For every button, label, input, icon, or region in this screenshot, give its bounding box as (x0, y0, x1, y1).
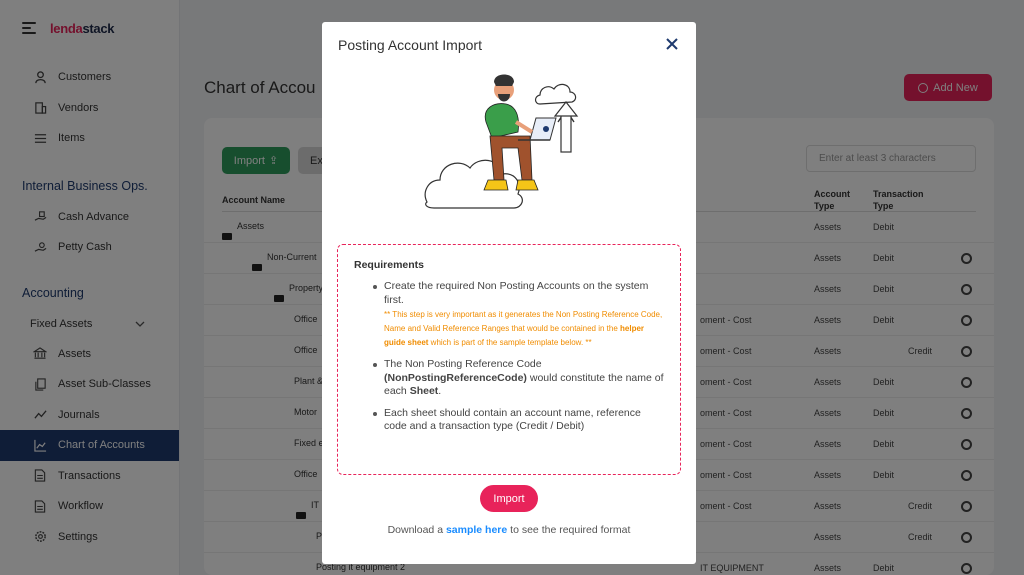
requirement-item: The Non Posting Reference Code (NonPosti… (373, 358, 664, 397)
requirement-item: Create the required Non Posting Accounts… (373, 280, 664, 350)
requirement-item: Each sheet should contain an account nam… (373, 406, 664, 434)
requirements-title: Requirements (354, 259, 425, 271)
upload-illustration (424, 74, 579, 209)
requirements-box: Requirements Create the required Non Pos… (337, 244, 681, 475)
import-button[interactable]: Import (480, 485, 538, 512)
requirement-text: Each sheet should contain an account nam… (384, 406, 641, 433)
requirement-warning: ** This step is very important as it gen… (384, 310, 663, 347)
sample-download-link[interactable]: sample here (446, 524, 507, 536)
modal-title: Posting Account Import (338, 37, 482, 53)
posting-account-import-modal: Posting Account Import Requirements Crea… (322, 22, 696, 564)
requirement-text: Create the required Non Posting Accounts… (384, 280, 649, 306)
close-icon[interactable] (664, 36, 680, 52)
requirements-list: Create the required Non Posting Accounts… (354, 280, 664, 434)
download-sample-text: Download a sample here to see the requir… (387, 524, 631, 536)
